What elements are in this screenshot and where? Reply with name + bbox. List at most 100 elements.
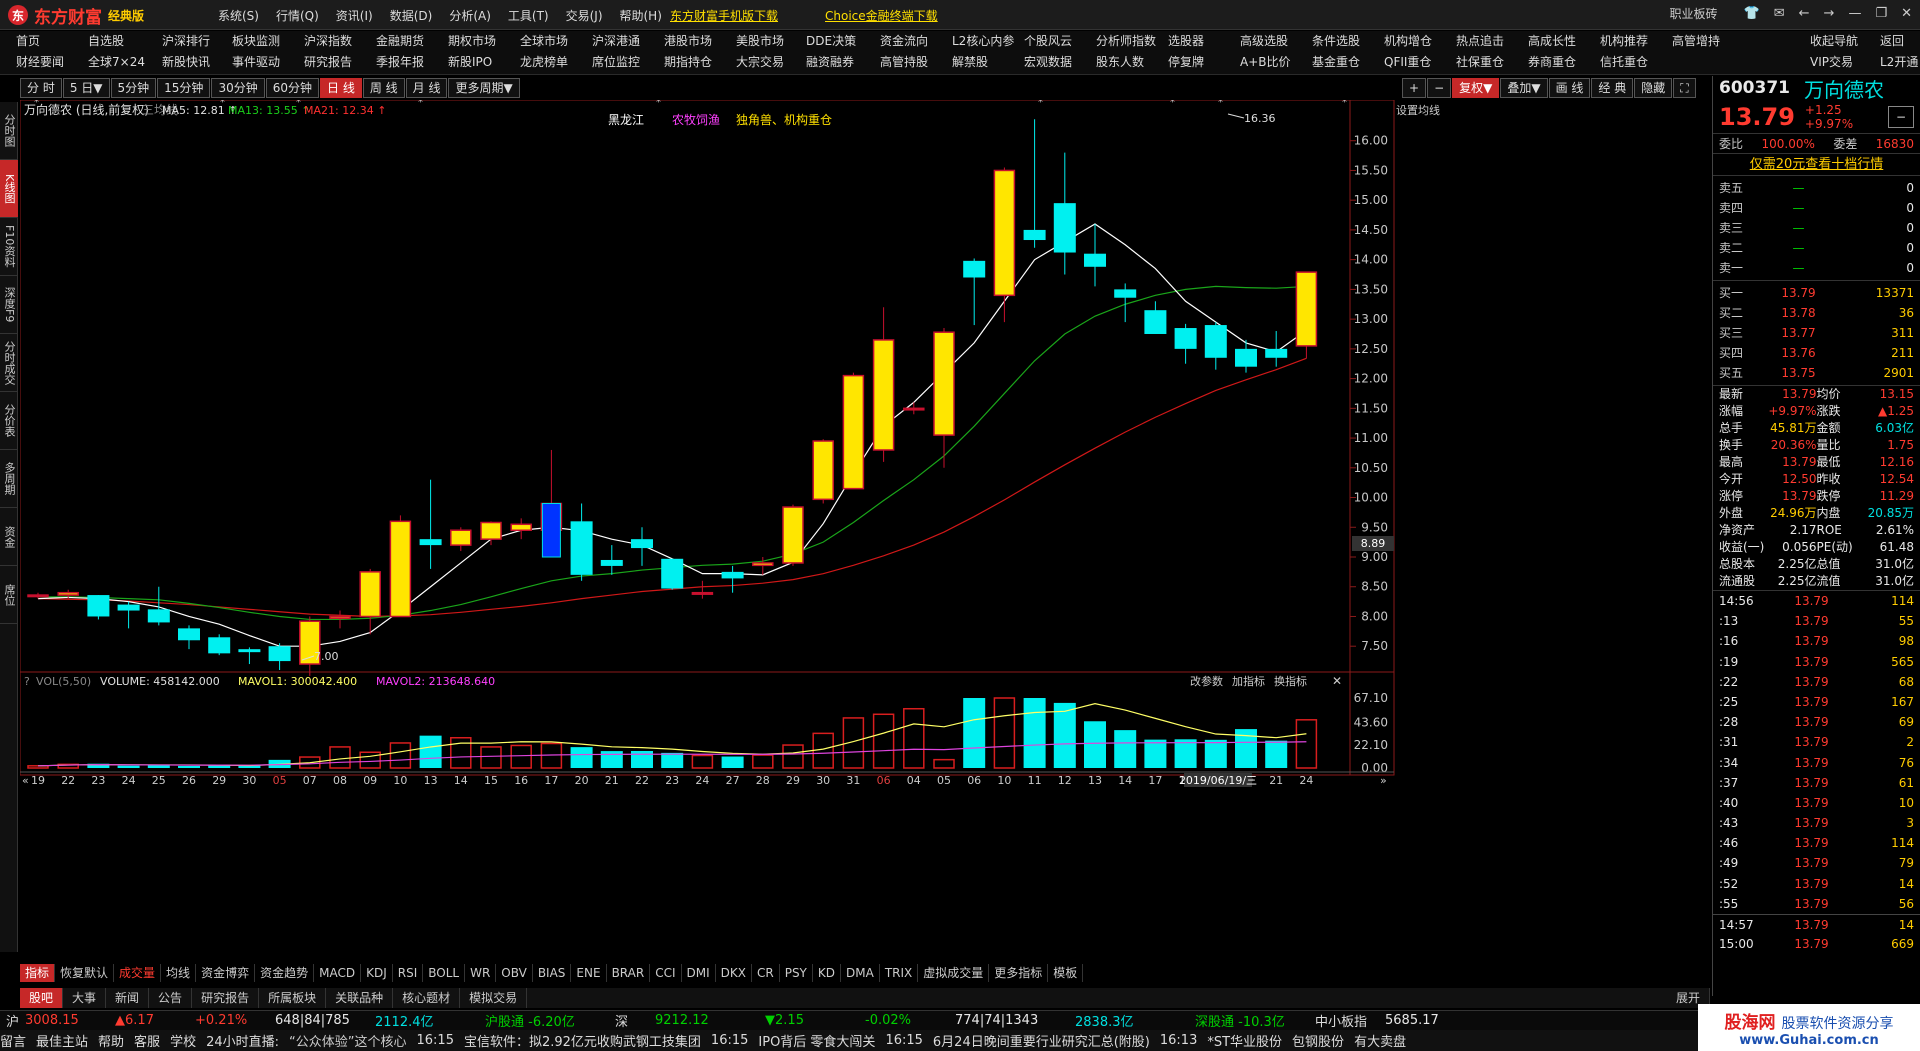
indicator-tab[interactable]: BRAR: [607, 964, 651, 982]
book-row[interactable]: 卖四 —0: [1713, 198, 1920, 218]
vol-param-button[interactable]: 换指标: [1274, 674, 1307, 688]
news-item[interactable]: 客服: [134, 1031, 160, 1050]
indicator-tab[interactable]: TRIX: [880, 964, 919, 982]
mobile-download-link[interactable]: 东方财富手机版下载: [670, 7, 778, 24]
nav-item[interactable]: 返回: [1880, 31, 1904, 52]
nav-item[interactable]: DDE决策: [806, 31, 856, 52]
news-tab[interactable]: 研究报告: [192, 988, 260, 1008]
kline-chart[interactable]: 7.50 8.00 8.50 9.00 9.50 10.00 10.50 11.00 11.50…: [20, 100, 1708, 960]
close-icon[interactable]: ✕: [1901, 6, 1912, 21]
nav-item[interactable]: 高管增持: [1672, 31, 1720, 52]
nav-item[interactable]: A+B比价: [1240, 52, 1291, 73]
nav-item[interactable]: QFII重仓: [1384, 52, 1431, 73]
left-tab[interactable]: 分时成交: [0, 334, 18, 392]
left-tab[interactable]: 分时图: [0, 102, 18, 160]
indicator-tab[interactable]: 指标: [20, 964, 56, 982]
indicator-tab[interactable]: CR: [752, 964, 780, 982]
period-button[interactable]: 周 线: [362, 78, 405, 98]
book-row[interactable]: 买三 13.77 311: [1713, 323, 1920, 343]
nav-item[interactable]: 高管持股: [880, 52, 928, 73]
nav-item[interactable]: 信托重仓: [1600, 52, 1648, 73]
nav-item[interactable]: 新股快讯: [162, 52, 210, 73]
indicator-tab[interactable]: MACD: [314, 964, 362, 982]
sh-index[interactable]: 3008.15: [25, 1013, 115, 1028]
nav-item[interactable]: 高级选股: [1240, 31, 1288, 52]
nav-item[interactable]: 资金流向: [880, 31, 928, 52]
news-tab[interactable]: 所属板块: [259, 988, 327, 1008]
period-button[interactable]: 5分钟: [110, 78, 157, 98]
news-item[interactable]: 24小时直播:: [206, 1031, 279, 1050]
nav-item[interactable]: 解禁股: [952, 52, 988, 73]
left-tab[interactable]: 深度F9: [0, 276, 18, 334]
book-row[interactable]: 买一 13.79 13371: [1713, 283, 1920, 303]
back-icon[interactable]: ←: [1799, 6, 1810, 21]
news-item[interactable]: 16:15: [885, 1033, 922, 1048]
chart-tool-button[interactable]: 叠加▼: [1500, 78, 1548, 98]
nav-item[interactable]: L2核心内参: [952, 31, 1014, 52]
nav-item[interactable]: 美股市场: [736, 31, 784, 52]
news-tab[interactable]: 关联品种: [326, 988, 394, 1008]
news-item[interactable]: “公众体验”这个核心: [289, 1031, 406, 1050]
news-item[interactable]: 帮助: [98, 1031, 124, 1050]
restore-icon[interactable]: ❐: [1875, 6, 1887, 21]
nav-item[interactable]: VIP交易: [1810, 52, 1853, 73]
zxb-index[interactable]: 5685.17: [1385, 1013, 1439, 1028]
indicator-tab[interactable]: WR: [465, 964, 497, 982]
tick-list[interactable]: 14:56 13.79 114:13 13.79 55:16 13.79 98:19 13.7…: [1713, 591, 1920, 954]
news-item[interactable]: 16:15: [711, 1033, 748, 1048]
news-item[interactable]: 最佳主站: [36, 1031, 88, 1050]
period-button[interactable]: 60分钟: [265, 78, 319, 98]
indicator-tab[interactable]: KD: [813, 964, 841, 982]
chart-tool-button[interactable]: −: [1427, 78, 1452, 98]
vol-param-button[interactable]: 加指标: [1232, 674, 1265, 688]
indicator-tab[interactable]: OBV: [496, 964, 533, 982]
news-ticker[interactable]: 留言 最佳主站 帮助 客服 学校 24小时直播: “公众体验”这个核心 16:15 宝信软件：拟…: [0, 1030, 1920, 1051]
book-row[interactable]: 卖五 —0: [1713, 178, 1920, 198]
indicator-tab[interactable]: KDJ: [361, 964, 393, 982]
news-item[interactable]: *ST华业股份: [1207, 1031, 1282, 1050]
chart-tool-button[interactable]: +: [1402, 78, 1427, 98]
left-tab[interactable]: 资金: [0, 508, 18, 566]
skin-icon[interactable]: 👕: [1744, 6, 1760, 21]
menu-item[interactable]: 工具(T): [508, 7, 549, 24]
nav-item[interactable]: 龙虎榜单: [520, 52, 568, 73]
nav-item[interactable]: 全球市场: [520, 31, 568, 52]
nav-item[interactable]: 个股风云: [1024, 31, 1072, 52]
nav-item[interactable]: 研究报告: [304, 52, 352, 73]
menu-item[interactable]: 数据(D): [390, 7, 433, 24]
chart-tool-button[interactable]: 复权▼: [1452, 78, 1500, 98]
menu-item[interactable]: 资讯(I): [336, 7, 373, 24]
period-button[interactable]: 分 时: [20, 78, 62, 98]
chart-tool-button[interactable]: 隐藏: [1634, 78, 1673, 98]
nav-item[interactable]: 股东人数: [1096, 52, 1144, 73]
indicator-tab[interactable]: 恢复默认: [55, 964, 115, 982]
level2-promo-link[interactable]: 仅需20元查看十档行情: [1713, 154, 1920, 176]
nav-item[interactable]: 停复牌: [1168, 52, 1204, 73]
indicator-tab[interactable]: CCI: [650, 964, 682, 982]
chart-tool-button[interactable]: ⛶: [1673, 78, 1696, 98]
news-item[interactable]: 6月24日晚间重要行业研究汇总(附股): [933, 1031, 1150, 1050]
nav-item[interactable]: 宏观数据: [1024, 52, 1072, 73]
left-tab[interactable]: F10资料: [0, 218, 18, 276]
menu-item[interactable]: 交易(J): [566, 7, 603, 24]
news-item[interactable]: 16:15: [417, 1033, 454, 1048]
news-item[interactable]: IPO背后 零食大闯关: [758, 1031, 875, 1050]
indicator-tab[interactable]: PSY: [780, 964, 813, 982]
indicator-tab[interactable]: BIAS: [533, 964, 572, 982]
nav-item[interactable]: 选股器: [1168, 31, 1204, 52]
book-row[interactable]: 卖二 —0: [1713, 238, 1920, 258]
period-button[interactable]: 15分钟: [157, 78, 211, 98]
indicator-tab[interactable]: 资金博弈: [196, 964, 256, 982]
minimize-icon[interactable]: —: [1848, 6, 1861, 21]
indicator-tab[interactable]: 成交量: [114, 964, 162, 982]
nav-item[interactable]: 券商重仓: [1528, 52, 1576, 73]
nav-item[interactable]: 港股市场: [664, 31, 712, 52]
news-item[interactable]: 宝信软件：拟2.92亿元收购武钢工技集团: [464, 1031, 701, 1050]
menu-item[interactable]: 系统(S): [218, 7, 259, 24]
indicator-tab[interactable]: ENE: [571, 964, 607, 982]
nav-item[interactable]: 融资融券: [806, 52, 854, 73]
chart-tool-button[interactable]: 画 线: [1548, 78, 1591, 98]
period-button[interactable]: 更多周期▼: [448, 78, 520, 98]
nav-item[interactable]: 基金重仓: [1312, 52, 1360, 73]
indicator-tab[interactable]: 资金趋势: [255, 964, 315, 982]
